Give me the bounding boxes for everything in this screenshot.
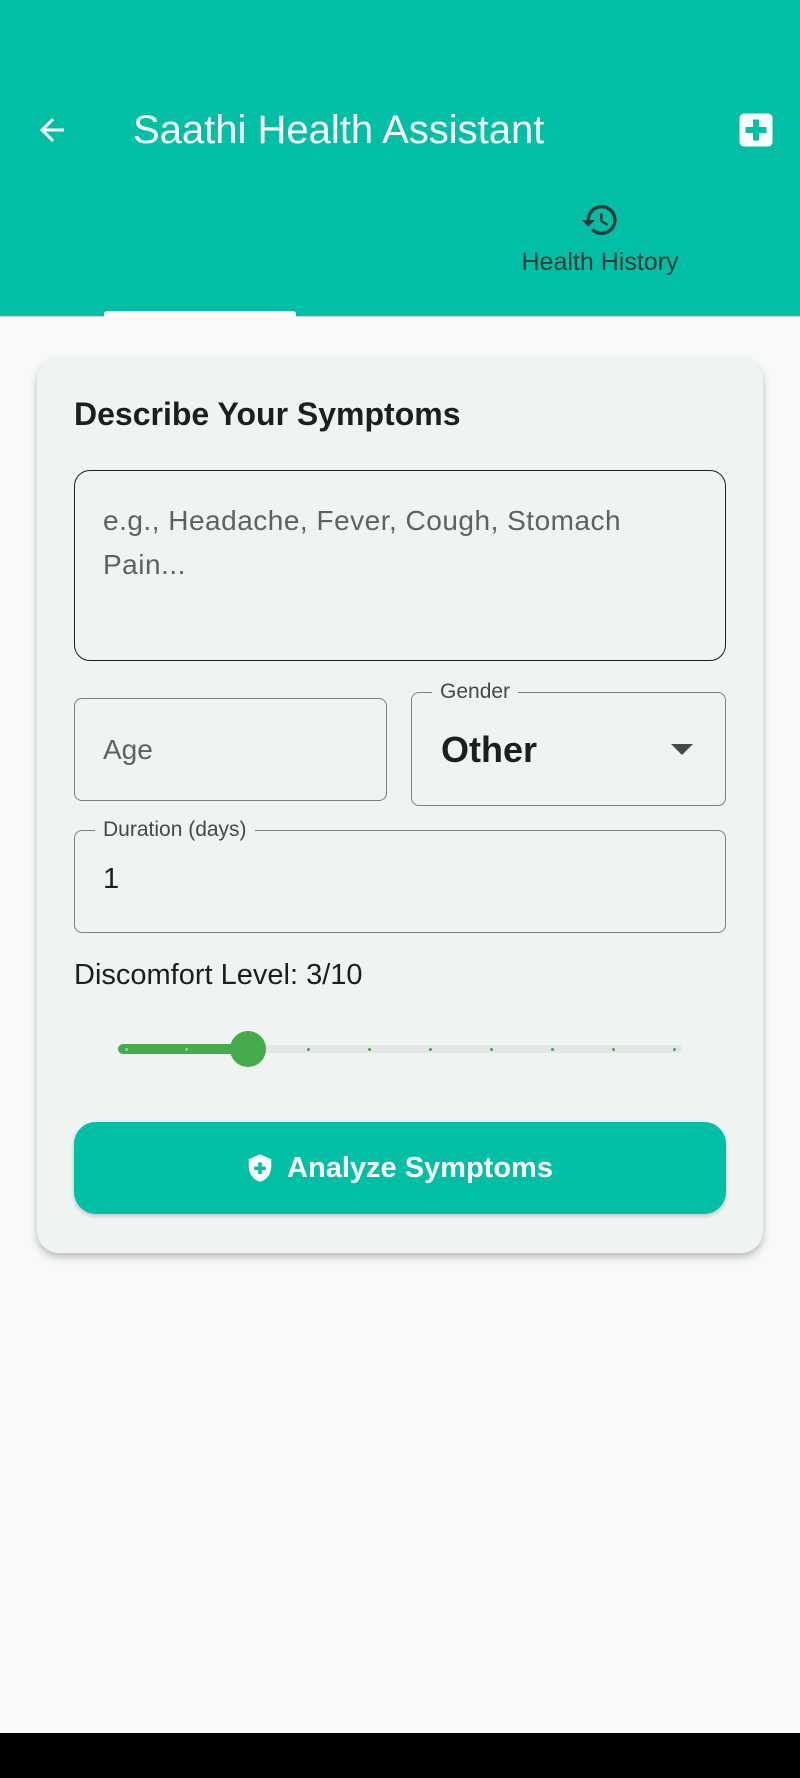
age-field[interactable] [74,698,387,801]
arrow-back-icon [40,118,64,142]
analyze-symptoms-button[interactable]: Analyze Symptoms [74,1122,726,1214]
slider-thumb[interactable] [229,1031,266,1067]
tab-health-history[interactable]: Health History [400,200,800,316]
form-title: Describe Your Symptoms [74,396,461,432]
slider-tick-mark [489,1048,493,1051]
discomfort-level-label: Discomfort Level: 3/10 [74,959,363,991]
dropdown-arrow-icon [671,744,693,755]
slider-tick-mark [672,1048,676,1051]
shield-plus-icon [248,1154,272,1182]
discomfort-slider[interactable] [118,1024,682,1074]
duration-field[interactable]: Duration (days) 1 [74,818,726,933]
tab-symptoms[interactable] [0,200,400,316]
back-button[interactable] [24,102,80,158]
system-navigation-bar [0,1733,800,1778]
slider-tick-mark [428,1048,432,1051]
slider-active-track [118,1044,248,1054]
tab-health-history-label: Health History [521,248,679,276]
slider-tick-mark [124,1048,128,1051]
analyze-symptoms-label: Analyze Symptoms [287,1151,553,1184]
app-bar: Saathi Health Assistant Health History [0,0,800,317]
tab-indicator [104,311,296,317]
gender-value: Other [441,729,538,770]
gender-label: Gender [432,680,519,704]
duration-value[interactable]: 1 [103,863,119,896]
medical-services-icon [739,113,773,147]
medical-services-button[interactable] [734,108,778,152]
slider-tick-mark [611,1048,615,1051]
symptoms-field[interactable] [74,470,726,661]
app-title: Saathi Health Assistant [133,108,545,152]
symptom-form-card: Describe Your Symptoms Gender Other Dura… [37,358,763,1253]
age-input[interactable] [103,699,363,800]
symptoms-input[interactable] [103,499,683,639]
duration-label: Duration (days) [95,818,255,842]
slider-tick-mark [550,1048,554,1051]
gender-dropdown[interactable]: Gender Other [411,680,726,806]
history-icon [581,205,617,236]
